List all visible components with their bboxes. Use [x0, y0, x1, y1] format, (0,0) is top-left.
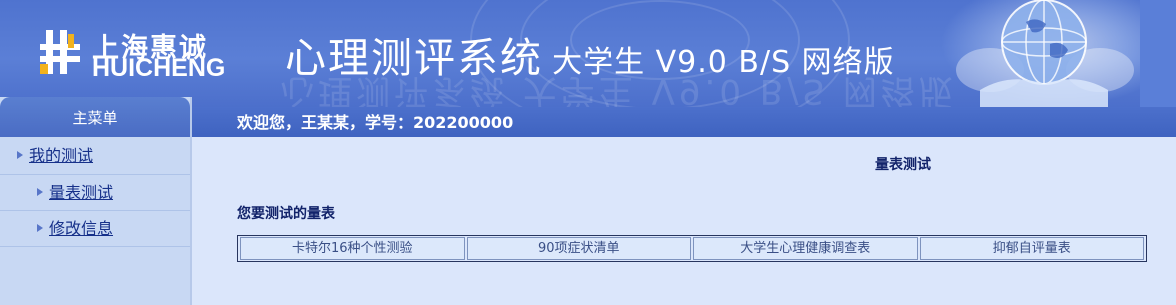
- welcome-message: 欢迎您，王某某，学号：202200000: [192, 107, 1176, 137]
- scale-button-cattell16pf[interactable]: 卡特尔16种个性测验: [240, 237, 465, 260]
- scale-button-scl90[interactable]: 90项症状清单: [466, 237, 691, 260]
- main-content: 量表测试 您要测试的量表 卡特尔16种个性测验 90项症状清单 大学生心理健康调…: [194, 137, 1176, 305]
- sidebar-item-label[interactable]: 量表测试: [49, 175, 113, 211]
- header-banner: 心理测评系统 大学生 V9.0 B/S 网络版 上海惠诚 HUICHENG 心理…: [0, 0, 1176, 107]
- system-title: 心理测评系统 大学生 V9.0 B/S 网络版: [285, 24, 895, 84]
- sidebar-item-my-tests[interactable]: 我的测试: [0, 137, 190, 175]
- globe-illustration: [940, 0, 1140, 107]
- huicheng-logo-icon: [40, 30, 80, 74]
- page-title: 量表测试: [875, 157, 931, 173]
- triangle-right-icon: [17, 151, 23, 159]
- sidebar-item-scale-test[interactable]: 量表测试: [0, 175, 190, 211]
- scale-button-college-mental-health[interactable]: 大学生心理健康调查表: [693, 237, 918, 260]
- scale-button-sds[interactable]: 抑郁自评量表: [919, 237, 1144, 260]
- banner-edge: [1140, 0, 1176, 107]
- system-title-sub: 大学生 V9.0 B/S 网络版: [552, 45, 895, 80]
- globe-icon: [956, 0, 1134, 107]
- sidebar-item-edit-info[interactable]: 修改信息: [0, 211, 190, 247]
- sidebar-title: 主菜单: [0, 97, 190, 137]
- triangle-right-icon: [37, 224, 43, 232]
- scales-heading: 您要测试的量表: [237, 206, 335, 222]
- sidebar: 主菜单 我的测试 量表测试 修改信息: [0, 97, 192, 305]
- sidebar-item-label[interactable]: 修改信息: [49, 211, 113, 247]
- system-title-main: 心理测评系统: [285, 34, 543, 82]
- scale-table: 卡特尔16种个性测验 90项症状清单 大学生心理健康调查表 抑郁自评量表: [237, 235, 1147, 262]
- logo: 上海惠诚 HUICHENG: [38, 24, 238, 84]
- logo-english-text: HUICHENG: [92, 54, 226, 82]
- triangle-right-icon: [37, 188, 43, 196]
- sidebar-item-label[interactable]: 我的测试: [29, 137, 93, 175]
